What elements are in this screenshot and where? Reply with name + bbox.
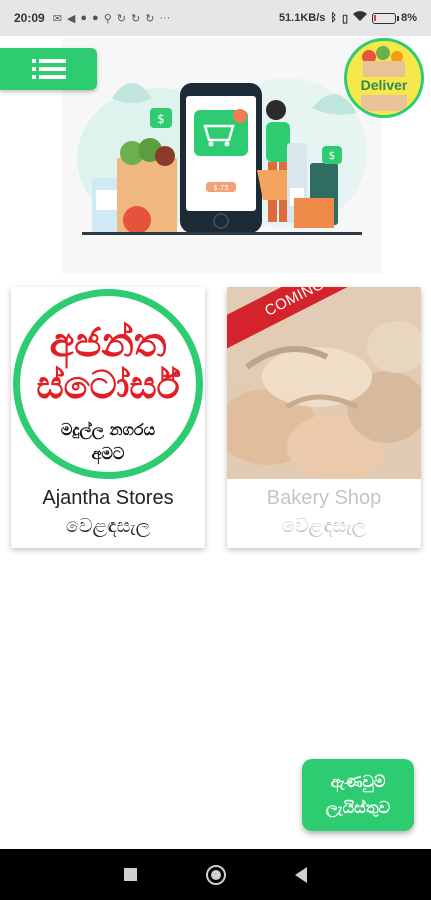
network-speed: 51.1KB/s: [278, 12, 326, 24]
hamburger-menu-icon: [31, 59, 66, 79]
bluetooth-icon: ᛒ: [330, 12, 338, 24]
status-time: 20:09: [14, 11, 45, 25]
volume-icon: ◀: [66, 12, 76, 25]
wifi-icon: [353, 11, 368, 25]
notification-icons: ✉ ◀ ● ● ⚲ ↻ ↻ ↻ ···: [53, 12, 171, 25]
more-dots-icon: ···: [159, 11, 171, 24]
store-subtitle: වෙළඳසැල: [65, 515, 151, 537]
logo-line-4: අමට: [91, 444, 125, 463]
phone-price-tag: $.75: [213, 184, 229, 192]
messenger-icon: ●: [80, 11, 88, 24]
logo-line-2: ස්ටෝර්ස්: [36, 363, 180, 407]
back-button[interactable]: [294, 866, 307, 883]
mail-icon: ✉: [52, 12, 62, 25]
battery-icon: [372, 12, 400, 24]
battery-percent: 8%: [401, 12, 417, 24]
recent-apps-button[interactable]: [124, 868, 138, 881]
store-card-bakery[interactable]: COMING SOON Bakery Shop වෙළඳසැල: [227, 287, 421, 548]
logo-line-1: අජන්ත: [49, 320, 167, 366]
hero-illustration: $ $.75 $: [62, 38, 382, 274]
order-list-label-line1: ඇණවුම්: [330, 772, 386, 791]
ajantha-stores-logo: අජන්ත ස්ටෝර්ස් මදුල්ල නගරය අමට: [13, 289, 203, 479]
home-button[interactable]: [205, 864, 226, 885]
system-nav-bar: [0, 849, 431, 900]
usb-icon: ⚲: [103, 12, 112, 25]
status-bar: 20:09 ✉ ◀ ● ● ⚲ ↻ ↻ ↻ ··· 51.1KB/s ᛒ ▯ 8…: [0, 0, 431, 36]
order-list-button[interactable]: ඇණවුම් ලැයිස්තුව: [302, 759, 414, 831]
store-name: Bakery Shop: [266, 487, 382, 509]
order-list-label-line2: ලැයිස්තුව: [325, 798, 391, 817]
svg-text:$: $: [329, 149, 336, 162]
logo-line-3: මදුල්ල නගරය: [60, 420, 156, 439]
sync-icon: ↻: [116, 12, 126, 25]
store-card-ajantha[interactable]: අජන්ත ස්ටෝර්ස් මදුල්ල නගරය අමට Ajantha S…: [11, 287, 205, 548]
online-grocery-shopping-illustration: $ $.75 $: [77, 78, 367, 235]
store-name: Ajantha Stores: [42, 487, 174, 509]
store-subtitle: වෙළඳසැල: [281, 515, 367, 537]
sync-icon: ↻: [130, 12, 141, 25]
menu-button[interactable]: [0, 48, 97, 90]
vibrate-icon: ▯: [342, 12, 349, 25]
svg-text:$: $: [157, 112, 165, 126]
sync-icon: ↻: [145, 12, 155, 25]
messenger-icon: ●: [92, 11, 99, 24]
deliver-badge[interactable]: Deliver: [344, 38, 424, 118]
deliver-label: Deliver: [360, 77, 408, 93]
